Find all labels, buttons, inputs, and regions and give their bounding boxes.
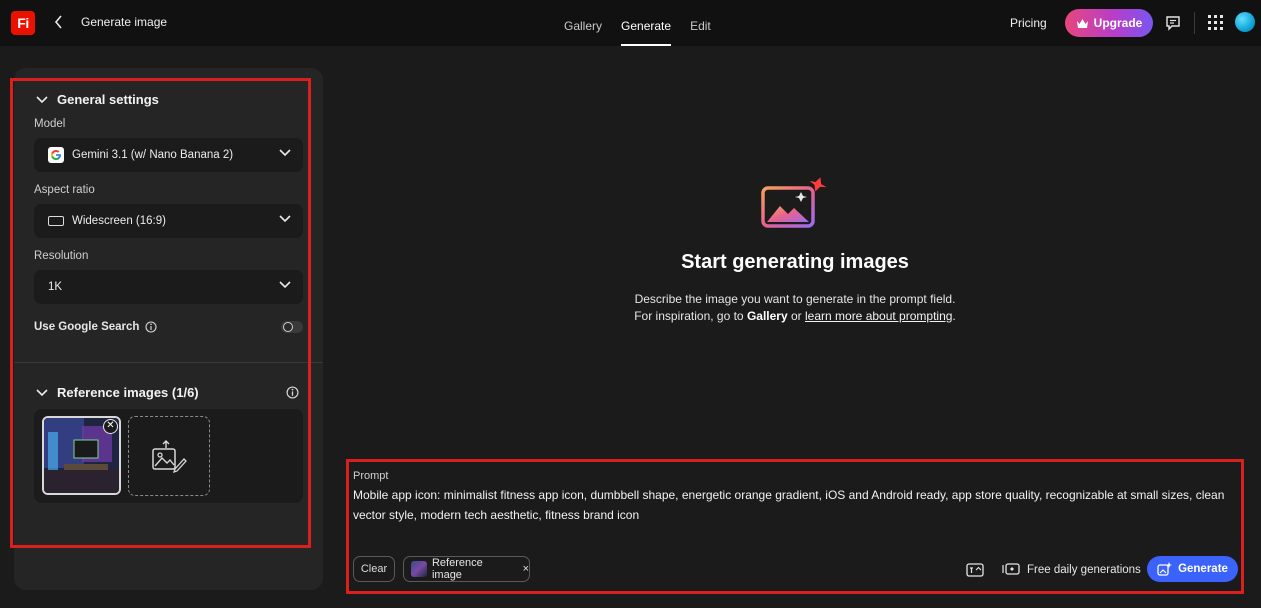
chevron-down-icon: [279, 215, 291, 223]
firefly-logo[interactable]: Fi: [11, 11, 35, 35]
remove-chip-icon[interactable]: ×: [523, 563, 529, 575]
aspect-ratio-toggle-icon[interactable]: [966, 562, 984, 578]
google-search-toggle[interactable]: [281, 321, 303, 333]
prompt-input[interactable]: Mobile app icon: minimalist fitness app …: [353, 485, 1237, 525]
hero-inspiration-prefix: For inspiration, go to: [634, 309, 747, 323]
apps-grid-icon[interactable]: [1208, 15, 1223, 30]
upgrade-button[interactable]: Upgrade: [1065, 9, 1153, 37]
chevron-down-icon: [279, 149, 291, 157]
google-logo-icon: [48, 147, 64, 163]
image-generate-icon: [761, 177, 827, 228]
hero-inspiration: For inspiration, go to Gallery or learn …: [560, 309, 1030, 323]
hero-inspiration-end: .: [952, 309, 956, 323]
hero-inspiration-or: or: [787, 309, 805, 323]
crown-icon: [1076, 18, 1088, 28]
credits-icon: [1002, 563, 1020, 575]
resolution-select[interactable]: 1K: [34, 270, 303, 304]
google-search-row: Use Google Search: [34, 321, 158, 333]
prompt-label: Prompt: [353, 470, 389, 482]
pricing-link[interactable]: Pricing: [1010, 16, 1047, 30]
main-nav: Gallery Generate Edit: [564, 0, 730, 46]
chevron-down-icon: [279, 281, 291, 289]
avatar[interactable]: [1235, 12, 1255, 32]
free-daily-generations-label: Free daily generations: [1027, 564, 1141, 576]
panel-divider: [14, 362, 323, 363]
google-search-label: Use Google Search: [34, 321, 140, 333]
reference-chip-label: Reference image: [431, 557, 483, 581]
gallery-link[interactable]: Gallery: [747, 309, 788, 323]
back-chevron-icon[interactable]: [54, 13, 70, 33]
info-icon[interactable]: [145, 321, 158, 333]
prompting-link[interactable]: learn more about prompting: [805, 309, 952, 323]
chevron-down-icon: [36, 388, 48, 396]
reference-images-title: Reference images (1/6): [57, 385, 199, 400]
header-divider: [1194, 12, 1195, 34]
page-title: Generate image: [81, 15, 168, 29]
widescreen-icon: [48, 216, 64, 226]
reference-image-chip[interactable]: Reference image ×: [403, 556, 530, 582]
tab-generate[interactable]: Generate: [621, 0, 672, 46]
remove-reference-icon[interactable]: ✕: [103, 419, 118, 434]
upload-image-icon: [152, 440, 187, 473]
reference-images-header[interactable]: Reference images (1/6): [36, 385, 199, 400]
model-select[interactable]: Gemini 3.1 (w/ Nano Banana 2): [34, 138, 303, 172]
resolution-label: Resolution: [34, 250, 89, 262]
clear-button[interactable]: Clear: [353, 556, 395, 582]
chat-icon[interactable]: [1165, 15, 1181, 31]
aspect-ratio-value: Widescreen (16:9): [72, 215, 166, 227]
model-label: Model: [34, 118, 66, 130]
tab-edit[interactable]: Edit: [690, 0, 711, 46]
model-value: Gemini 3.1 (w/ Nano Banana 2): [72, 149, 234, 161]
hero-description: Describe the image you want to generate …: [634, 292, 956, 306]
upgrade-label: Upgrade: [1093, 16, 1143, 30]
general-settings-title: General settings: [57, 92, 159, 107]
info-icon[interactable]: [286, 386, 299, 399]
upload-reference-button[interactable]: [128, 416, 210, 496]
aspect-ratio-select[interactable]: Widescreen (16:9): [34, 204, 303, 238]
reference-chip-thumbnail: [411, 561, 427, 577]
top-bar: Fi Generate image Gallery Generate Edit …: [0, 0, 1261, 46]
tab-gallery[interactable]: Gallery: [564, 0, 602, 46]
aspect-ratio-label: Aspect ratio: [34, 184, 95, 196]
sparkle-image-icon: [1157, 562, 1173, 576]
resolution-value: 1K: [48, 281, 63, 293]
chevron-down-icon: [36, 95, 48, 103]
hero-title: Start generating images: [681, 251, 909, 273]
generate-label: Generate: [1178, 563, 1228, 575]
generate-button[interactable]: Generate: [1147, 556, 1238, 582]
general-settings-header[interactable]: General settings: [36, 92, 159, 107]
